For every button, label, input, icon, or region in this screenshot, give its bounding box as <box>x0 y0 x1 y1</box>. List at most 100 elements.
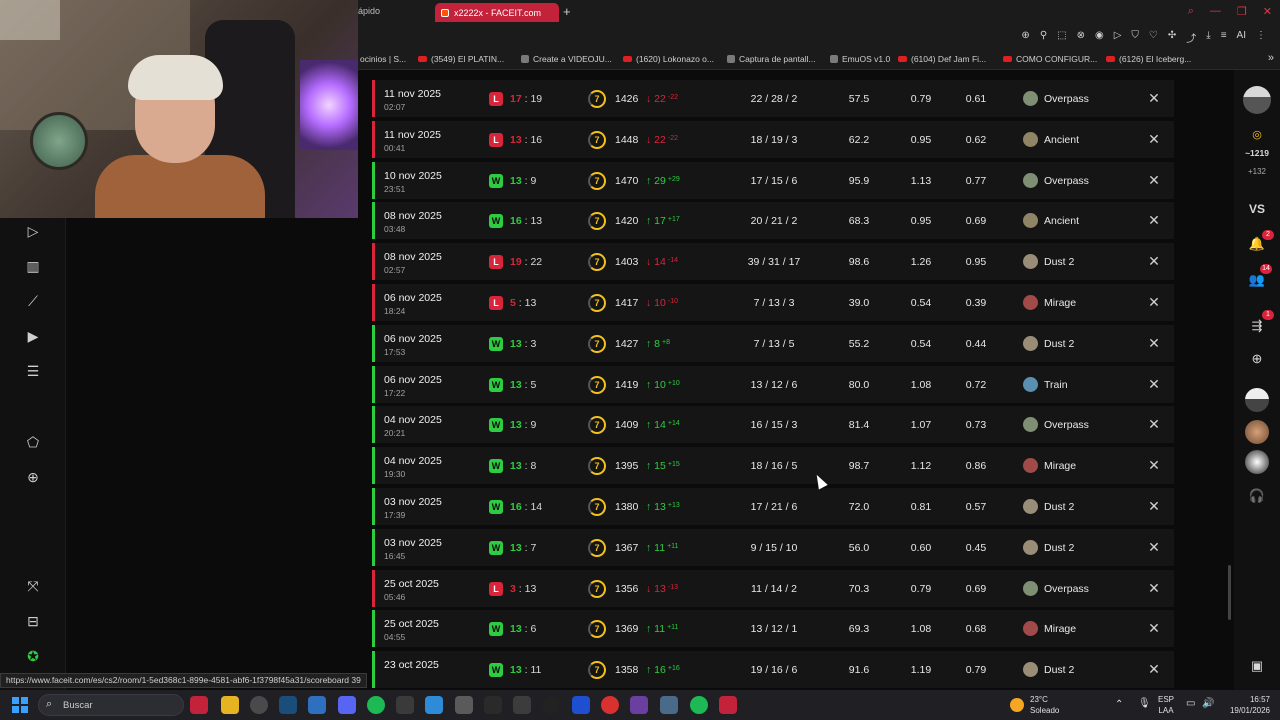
shield-icon[interactable]: ⛉ <box>1131 30 1139 45</box>
table-row[interactable]: 04 nov 2025 20:21 W 13 : 9 7 1409 ↑ 14 +14 16 / … <box>372 406 1174 445</box>
table-row[interactable]: 04 nov 2025 19:30 W 13 : 8 7 1395 ↑ 15 +15 18 / … <box>372 447 1174 486</box>
bookmark-item[interactable]: Captura de pantall... <box>727 54 816 64</box>
taskbar-app-icon[interactable] <box>484 696 502 714</box>
ai-button[interactable]: AI <box>1237 30 1246 45</box>
taskbar-app-icon[interactable] <box>396 696 414 714</box>
file-explorer-icon[interactable] <box>221 696 239 714</box>
stats-nav-icon[interactable]: ⟋ <box>24 292 42 310</box>
scoreboard-link-icon[interactable]: ✕ <box>1147 377 1161 391</box>
table-row[interactable]: 06 nov 2025 18:24 L 5 : 13 7 1417 ↓ 10 -10 7 / 1… <box>372 284 1174 322</box>
taskbar-app-icon[interactable] <box>455 696 473 714</box>
bookmark-item[interactable]: (3549) El PLATIN... <box>418 54 504 64</box>
leaderboard-nav-icon[interactable]: ▥ <box>24 257 42 275</box>
scoreboard-link-icon[interactable]: ✕ <box>1147 173 1161 187</box>
table-row[interactable]: 11 nov 2025 02:07 L 17 : 19 7 1426 ↓ 22 -22 22 /… <box>372 80 1174 118</box>
chat-icon[interactable]: ▣ <box>1234 658 1280 674</box>
spotify-icon[interactable] <box>690 696 708 714</box>
maximize-button[interactable]: ❐ <box>1237 5 1247 18</box>
table-row[interactable]: 08 nov 2025 02:57 L 19 : 22 7 1403 ↓ 14 -14 39 /… <box>372 243 1174 282</box>
expand-nav-icon[interactable]: ⤧ <box>24 577 42 595</box>
scoreboard-link-icon[interactable]: ✕ <box>1147 499 1161 513</box>
spotify-icon[interactable] <box>367 696 385 714</box>
scoreboard-link-icon[interactable]: ✕ <box>1147 295 1161 309</box>
camera-icon[interactable]: ◉ <box>1095 30 1104 45</box>
table-row[interactable]: 11 nov 2025 00:41 L 13 : 16 7 1448 ↓ 22 -22 18 /… <box>372 120 1174 159</box>
scoreboard-link-icon[interactable]: ✕ <box>1147 662 1161 676</box>
block-icon[interactable]: ⊗ <box>1077 30 1085 45</box>
table-row[interactable]: 25 oct 2025 05:46 L 3 : 13 7 1356 ↓ 13 -13 11 / … <box>372 569 1174 608</box>
bookmark-item[interactable]: EmuOS v1.0 <box>830 54 890 64</box>
microphone-icon[interactable]: 🎙 <box>1138 698 1151 709</box>
tab-faceit[interactable]: x2222x - FACEIT.com <box>435 3 559 22</box>
scoreboard-link-icon[interactable]: ✕ <box>1147 458 1161 472</box>
bitwarden-icon[interactable] <box>572 696 590 714</box>
scoreboard-link-icon[interactable]: ✕ <box>1147 417 1161 431</box>
table-row[interactable]: 10 nov 2025 23:51 W 13 : 9 7 1470 ↑ 29 +29 17 / … <box>372 161 1174 200</box>
scoreboard-link-icon[interactable]: ✕ <box>1147 213 1161 227</box>
close-window-button[interactable]: ✕ <box>1263 5 1272 18</box>
table-row[interactable]: 06 nov 2025 17:53 W 13 : 3 7 1427 ↑ 8 +8 7 / 13 … <box>372 324 1174 363</box>
taskbar-app-icon[interactable] <box>308 696 326 714</box>
windows-start-icon[interactable] <box>12 697 28 713</box>
friend-avatar[interactable] <box>1245 388 1269 412</box>
add-friend-icon[interactable]: ⊕ <box>1234 351 1280 367</box>
download-icon[interactable]: ⤓ <box>1206 30 1210 45</box>
play-nav-icon[interactable]: ▷ <box>24 222 42 240</box>
table-row[interactable]: 03 nov 2025 17:39 W 16 : 14 7 1380 ↑ 13 +13 17 /… <box>372 488 1174 526</box>
zoom-icon[interactable]: ⊕ <box>1021 30 1029 45</box>
language-indicator[interactable]: ESP LAA <box>1158 694 1174 716</box>
bookmark-item[interactable]: Create a VIDEOJU... <box>521 54 612 64</box>
table-row[interactable]: 25 oct 2025 04:55 W 13 : 6 7 1369 ↑ 11 +11 13 / … <box>372 610 1174 649</box>
chrome-icon[interactable] <box>250 696 268 714</box>
taskbar-app-icon[interactable] <box>660 696 678 714</box>
taskbar-app-icon[interactable] <box>542 696 560 714</box>
bookmark-item[interactable]: COMO CONFIGUR... <box>1003 54 1097 64</box>
scrollbar-thumb[interactable] <box>1228 565 1231 620</box>
video-nav-icon[interactable]: ▶ <box>24 327 42 345</box>
vs-button[interactable]: VS <box>1234 202 1280 216</box>
tab-partial-label[interactable]: ápido <box>358 6 380 16</box>
volume-icon[interactable]: 🔊 <box>1202 698 1214 709</box>
network-icon[interactable]: ▭ <box>1186 698 1195 709</box>
notepad-icon[interactable] <box>425 696 443 714</box>
scoreboard-link-icon[interactable]: ✕ <box>1147 254 1161 268</box>
premium-nav-icon[interactable]: ✪ <box>24 647 42 665</box>
bookmark-item[interactable]: ocinios | S... <box>360 54 406 64</box>
scoreboard-link-icon[interactable]: ✕ <box>1147 540 1161 554</box>
club-nav-icon[interactable]: ⬠ <box>24 433 42 451</box>
heart-icon[interactable]: ♡ <box>1149 30 1158 45</box>
minimize-button[interactable]: — <box>1210 5 1221 18</box>
friends-icon[interactable]: 👥 <box>1234 272 1280 288</box>
scoreboard-link-icon[interactable]: ✕ <box>1147 91 1161 105</box>
headset-icon[interactable]: 🎧 <box>1234 488 1280 504</box>
taskbar-app-icon[interactable] <box>719 696 737 714</box>
scoreboard-link-icon[interactable]: ✕ <box>1147 581 1161 595</box>
friend-avatar[interactable] <box>1245 420 1269 444</box>
taskbar-app-icon[interactable] <box>630 696 648 714</box>
tray-chevron-icon[interactable]: ⌃ <box>1115 699 1123 710</box>
scoreboard-link-icon[interactable]: ✕ <box>1147 336 1161 350</box>
scoreboard-link-icon[interactable]: ✕ <box>1147 132 1161 146</box>
table-row[interactable]: 08 nov 2025 03:48 W 16 : 13 7 1420 ↑ 17 +17 20 /… <box>372 202 1174 241</box>
menu-icon[interactable]: ⋮ <box>1256 30 1266 45</box>
clock[interactable]: 16:57 19/01/2026 <box>1222 694 1270 716</box>
user-avatar[interactable] <box>1243 86 1271 114</box>
extensions-icon[interactable]: ✣ <box>1168 30 1176 45</box>
screenshot-icon[interactable]: ⬚ <box>1057 30 1066 45</box>
discord-icon[interactable] <box>338 696 356 714</box>
steam-icon[interactable] <box>279 696 297 714</box>
taskbar-search-input[interactable]: ⌕ Buscar <box>38 694 184 716</box>
friend-avatar[interactable] <box>1245 450 1269 474</box>
pin-icon[interactable]: ⚲ <box>1040 30 1047 45</box>
share-icon[interactable]: ⤴ <box>1186 30 1196 45</box>
taskbar-app-icon[interactable] <box>601 696 619 714</box>
taskbar-app-icon[interactable] <box>190 696 208 714</box>
bookmark-item[interactable]: (1620) Lokonazo o... <box>623 54 714 64</box>
table-row[interactable]: 06 nov 2025 17:22 W 13 : 5 7 1419 ↑ 10 +10 13 / … <box>372 365 1174 404</box>
shop-nav-icon[interactable]: ⊟ <box>24 612 42 630</box>
scoreboard-link-icon[interactable]: ✕ <box>1147 621 1161 635</box>
list-nav-icon[interactable]: ☰ <box>24 362 42 380</box>
party-icon[interactable]: ⇶ <box>1234 318 1280 334</box>
taskbar-app-icon[interactable] <box>513 696 531 714</box>
weather-widget[interactable]: 23°C Soleado <box>1030 694 1059 716</box>
